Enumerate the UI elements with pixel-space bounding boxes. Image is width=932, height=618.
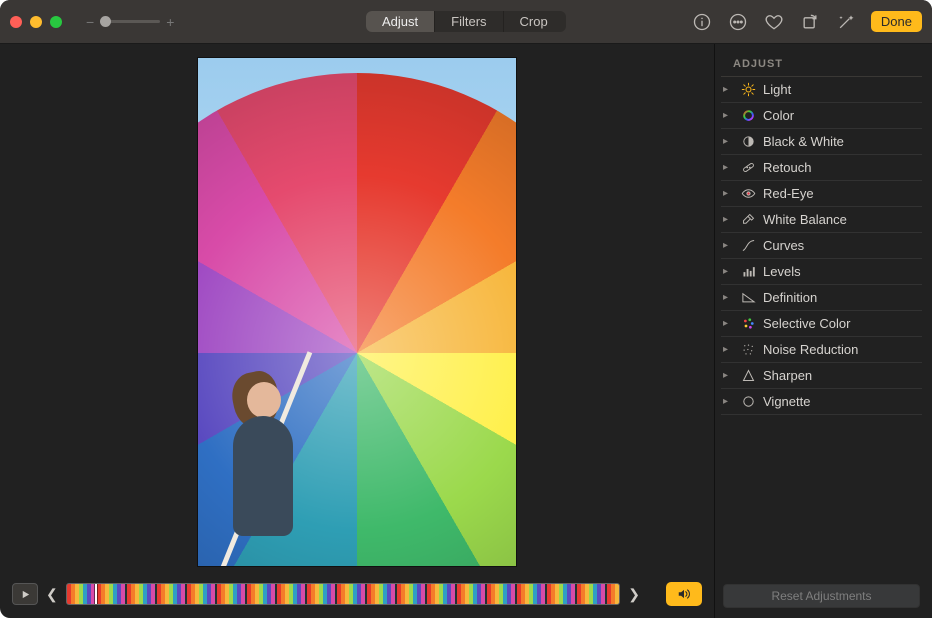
timeline: ❮ ❯ [12, 578, 702, 610]
adjustment-row-levels[interactable]: ▸ Levels [721, 259, 922, 285]
fullscreen-window-button[interactable] [50, 16, 62, 28]
adjustment-label: Sharpen [763, 368, 812, 383]
adjustment-label: White Balance [763, 212, 847, 227]
eye-icon [740, 186, 756, 202]
adjustment-row-selective-color[interactable]: ▸ Selective Color [721, 311, 922, 337]
sharpen-triangle-icon [740, 368, 756, 384]
palette-dots-icon [740, 316, 756, 332]
adjustment-row-noise-reduction[interactable]: ▸ Noise Reduction [721, 337, 922, 363]
playhead[interactable] [95, 583, 97, 605]
audio-mute-button[interactable] [666, 582, 702, 606]
triangle-icon [740, 290, 756, 306]
sun-icon [740, 82, 756, 98]
preview-person [223, 346, 313, 536]
tab-filters[interactable]: Filters [435, 11, 503, 32]
mode-tabs: Adjust Filters Crop [366, 11, 566, 32]
half-circle-icon [740, 134, 756, 150]
disclosure-chevron-icon[interactable]: ▸ [723, 162, 733, 173]
noise-icon [740, 342, 756, 358]
play-button[interactable] [12, 583, 38, 605]
video-filmstrip[interactable] [66, 583, 621, 605]
disclosure-chevron-icon[interactable]: ▸ [723, 318, 733, 329]
tab-adjust[interactable]: Adjust [366, 11, 435, 32]
adjustment-row-color[interactable]: ▸ Color [721, 103, 922, 129]
adjustment-label: Curves [763, 238, 804, 253]
adjustment-label: Black & White [763, 134, 844, 149]
adjustment-row-black-white[interactable]: ▸ Black & White [721, 129, 922, 155]
done-button[interactable]: Done [871, 11, 922, 32]
adjustment-label: Levels [763, 264, 801, 279]
sidebar-title: ADJUST [721, 54, 922, 77]
color-ring-icon [740, 108, 756, 124]
adjustment-row-vignette[interactable]: ▸ Vignette [721, 389, 922, 415]
zoom-track[interactable] [100, 20, 160, 23]
disclosure-chevron-icon[interactable]: ▸ [723, 214, 733, 225]
disclosure-chevron-icon[interactable]: ▸ [723, 84, 733, 95]
zoom-slider[interactable]: − + [86, 14, 174, 30]
disclosure-chevron-icon[interactable]: ▸ [723, 396, 733, 407]
adjustment-row-retouch[interactable]: ▸ Retouch [721, 155, 922, 181]
adjustment-label: Red-Eye [763, 186, 814, 201]
adjustment-row-curves[interactable]: ▸ Curves [721, 233, 922, 259]
adjustment-row-white-balance[interactable]: ▸ White Balance [721, 207, 922, 233]
tab-crop[interactable]: Crop [504, 11, 564, 32]
levels-icon [740, 264, 756, 280]
zoom-in-icon: + [166, 14, 174, 30]
disclosure-chevron-icon[interactable]: ▸ [723, 266, 733, 277]
adjustment-label: Definition [763, 290, 817, 305]
close-window-button[interactable] [10, 16, 22, 28]
trim-start-handle[interactable]: ❮ [44, 586, 60, 603]
reset-adjustments-button[interactable]: Reset Adjustments [723, 584, 920, 608]
curves-icon [740, 238, 756, 254]
bandage-icon [740, 160, 756, 176]
content: ❮ ❯ ADJUST ▸ Light ▸ Color ▸ Black & White ▸ Re… [0, 44, 932, 618]
disclosure-chevron-icon[interactable]: ▸ [723, 188, 733, 199]
disclosure-chevron-icon[interactable]: ▸ [723, 292, 733, 303]
rotate-icon[interactable] [799, 11, 821, 33]
adjustment-label: Color [763, 108, 794, 123]
disclosure-chevron-icon[interactable]: ▸ [723, 240, 733, 251]
disclosure-chevron-icon[interactable]: ▸ [723, 370, 733, 381]
disclosure-chevron-icon[interactable]: ▸ [723, 136, 733, 147]
trim-end-handle[interactable]: ❯ [626, 586, 642, 603]
disclosure-chevron-icon[interactable]: ▸ [723, 344, 733, 355]
adjustment-label: Vignette [763, 394, 810, 409]
adjustment-row-definition[interactable]: ▸ Definition [721, 285, 922, 311]
window-controls [10, 16, 62, 28]
adjustment-row-red-eye[interactable]: ▸ Red-Eye [721, 181, 922, 207]
adjustment-row-sharpen[interactable]: ▸ Sharpen [721, 363, 922, 389]
disclosure-chevron-icon[interactable]: ▸ [723, 110, 733, 121]
adjustment-row-light[interactable]: ▸ Light [721, 77, 922, 103]
info-icon[interactable] [691, 11, 713, 33]
more-icon[interactable] [727, 11, 749, 33]
preview-wrap [12, 52, 702, 572]
adjustment-label: Light [763, 82, 791, 97]
zoom-thumb[interactable] [100, 16, 111, 27]
photo-preview[interactable] [197, 57, 517, 567]
editor-window: − + Adjust Filters Crop [0, 0, 932, 618]
favorite-heart-icon[interactable] [763, 11, 785, 33]
auto-enhance-wand-icon[interactable] [835, 11, 857, 33]
adjustment-label: Selective Color [763, 316, 850, 331]
toolbar-right: Done [691, 11, 922, 33]
vignette-circle-icon [740, 394, 756, 410]
adjustment-label: Retouch [763, 160, 811, 175]
adjustment-label: Noise Reduction [763, 342, 858, 357]
minimize-window-button[interactable] [30, 16, 42, 28]
adjust-sidebar: ADJUST ▸ Light ▸ Color ▸ Black & White ▸ Retouc… [714, 44, 932, 618]
canvas-area: ❮ ❯ [0, 44, 714, 618]
adjustments-list: ▸ Light ▸ Color ▸ Black & White ▸ Retouch ▸ Red-E… [721, 77, 922, 576]
eyedropper-icon [740, 212, 756, 228]
zoom-out-icon: − [86, 14, 94, 30]
titlebar: − + Adjust Filters Crop [0, 0, 932, 44]
